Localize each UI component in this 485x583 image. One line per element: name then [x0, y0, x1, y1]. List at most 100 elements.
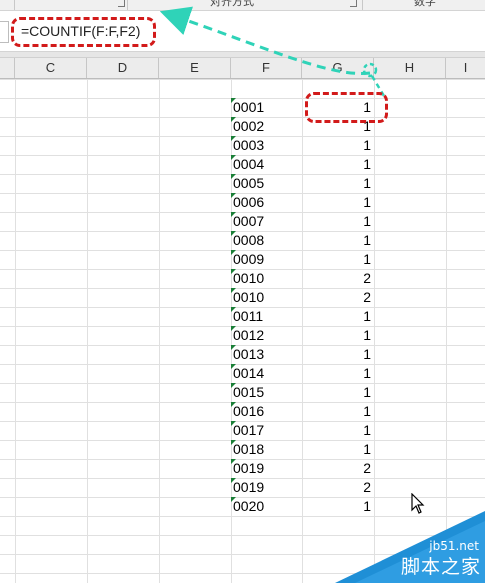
cell-g-count[interactable]: 1 [302, 326, 374, 345]
cell-f-text: 0009 [233, 251, 265, 267]
cell-g-count[interactable]: 1 [302, 383, 374, 402]
cell-f-text: 0015 [233, 384, 265, 400]
watermark-site-name: 脚本之家 [400, 556, 481, 578]
cell-g-count[interactable]: 1 [302, 364, 374, 383]
column-header-c[interactable]: C [15, 58, 87, 78]
cell-f-value[interactable]: 0005 [231, 174, 302, 193]
text-number-indicator-icon [231, 193, 236, 198]
text-number-indicator-icon [231, 478, 236, 483]
cell-f-text: 0010 [233, 289, 265, 305]
cell-g-count[interactable]: 1 [302, 174, 374, 193]
cell-g-count[interactable]: 1 [302, 421, 374, 440]
cell-f-text: 0008 [233, 232, 265, 248]
column-header-row: C D E F G H I [0, 58, 485, 79]
ribbon-separator [362, 0, 363, 10]
cell-f-text: 0018 [233, 441, 265, 457]
text-number-indicator-icon [231, 459, 236, 464]
cell-f-value[interactable]: 0018 [231, 440, 302, 459]
text-number-indicator-icon [231, 497, 236, 502]
column-header-i[interactable]: I [446, 58, 485, 78]
cell-g-count[interactable]: 2 [302, 459, 374, 478]
cell-f-value[interactable]: 0011 [231, 307, 302, 326]
cell-f-text: 0012 [233, 327, 265, 343]
cell-f-text: 0003 [233, 137, 265, 153]
text-number-indicator-icon [231, 402, 236, 407]
formula-highlight-box [11, 17, 156, 47]
dialog-launcher-icon[interactable] [118, 0, 125, 7]
cell-f-value[interactable]: 0008 [231, 231, 302, 250]
cell-f-text: 0013 [233, 346, 265, 362]
cell-f-value[interactable]: 0020 [231, 497, 302, 516]
text-number-indicator-icon [231, 288, 236, 293]
text-number-indicator-icon [231, 155, 236, 160]
cell-g-count[interactable]: 1 [302, 136, 374, 155]
cell-g-count[interactable]: 1 [302, 307, 374, 326]
cell-f-text: 0006 [233, 194, 265, 210]
ribbon-strip: 对齐方式 数字 [0, 0, 485, 11]
column-header-g[interactable]: G [302, 58, 374, 78]
cell-f-text: 0020 [233, 498, 265, 514]
cell-f-value[interactable]: 0014 [231, 364, 302, 383]
text-number-indicator-icon [231, 98, 236, 103]
cell-f-text: 0016 [233, 403, 265, 419]
text-number-indicator-icon [231, 326, 236, 331]
column-header-d[interactable]: D [87, 58, 159, 78]
watermark-url: jb51.net [429, 539, 479, 553]
column-header-partial[interactable] [0, 58, 15, 78]
cell-f-value[interactable]: 0006 [231, 193, 302, 212]
cell-f-value[interactable]: 0010 [231, 269, 302, 288]
cell-f-value[interactable]: 0016 [231, 402, 302, 421]
text-number-indicator-icon [231, 174, 236, 179]
cell-g-count[interactable]: 2 [302, 288, 374, 307]
ribbon-group-number: 数字 [414, 0, 436, 8]
cell-g-count[interactable]: 2 [302, 269, 374, 288]
cell-f-value[interactable]: 0009 [231, 250, 302, 269]
cell-f-text: 0011 [233, 308, 264, 324]
cell-f-value[interactable]: 0017 [231, 421, 302, 440]
cell-g-count[interactable]: 1 [302, 212, 374, 231]
cell-f-value[interactable]: 0010 [231, 288, 302, 307]
cell-g-count[interactable]: 1 [302, 250, 374, 269]
cell-f-text: 0001 [233, 99, 265, 115]
cell-f-text: 0004 [233, 156, 265, 172]
text-number-indicator-icon [231, 117, 236, 122]
cell-g-count[interactable]: 1 [302, 193, 374, 212]
name-box-edge[interactable] [0, 21, 9, 43]
cell-g-count[interactable]: 1 [302, 231, 374, 250]
cell-f-value[interactable]: 0003 [231, 136, 302, 155]
alignment-dialog-launcher-icon[interactable] [350, 0, 357, 7]
cell-g-count[interactable]: 1 [302, 402, 374, 421]
cell-f-value[interactable]: 0001 [231, 98, 302, 117]
column-header-f[interactable]: F [231, 58, 302, 78]
column-header-h[interactable]: H [374, 58, 446, 78]
cell-f-text: 0019 [233, 460, 265, 476]
cell-f-value[interactable]: 0019 [231, 459, 302, 478]
cell-f-value[interactable]: 0002 [231, 117, 302, 136]
row-gridline [0, 79, 485, 80]
text-number-indicator-icon [231, 269, 236, 274]
cell-f-value[interactable]: 0004 [231, 155, 302, 174]
cell-f-text: 0002 [233, 118, 265, 134]
cell-g-count[interactable]: 1 [302, 440, 374, 459]
ribbon-separator [14, 0, 15, 10]
ribbon-separator [127, 0, 128, 10]
text-number-indicator-icon [231, 307, 236, 312]
cell-f-text: 0007 [233, 213, 265, 229]
text-number-indicator-icon [231, 383, 236, 388]
cell-g2-highlight-box [305, 92, 388, 123]
cell-f-text: 0019 [233, 479, 265, 495]
cell-g-count[interactable]: 2 [302, 478, 374, 497]
cell-f-value[interactable]: 0019 [231, 478, 302, 497]
text-number-indicator-icon [231, 250, 236, 255]
cell-f-value[interactable]: 0015 [231, 383, 302, 402]
cell-f-value[interactable]: 0007 [231, 212, 302, 231]
text-number-indicator-icon [231, 440, 236, 445]
cell-f-value[interactable]: 0012 [231, 326, 302, 345]
cell-f-value[interactable]: 0013 [231, 345, 302, 364]
column-header-e[interactable]: E [159, 58, 231, 78]
ribbon-group-alignment: 对齐方式 [210, 0, 254, 8]
cell-g-count[interactable]: 1 [302, 155, 374, 174]
cell-g-count[interactable]: 1 [302, 345, 374, 364]
watermark: jb51.net 脚本之家 [335, 511, 485, 583]
cell-f-text: 0017 [233, 422, 265, 438]
